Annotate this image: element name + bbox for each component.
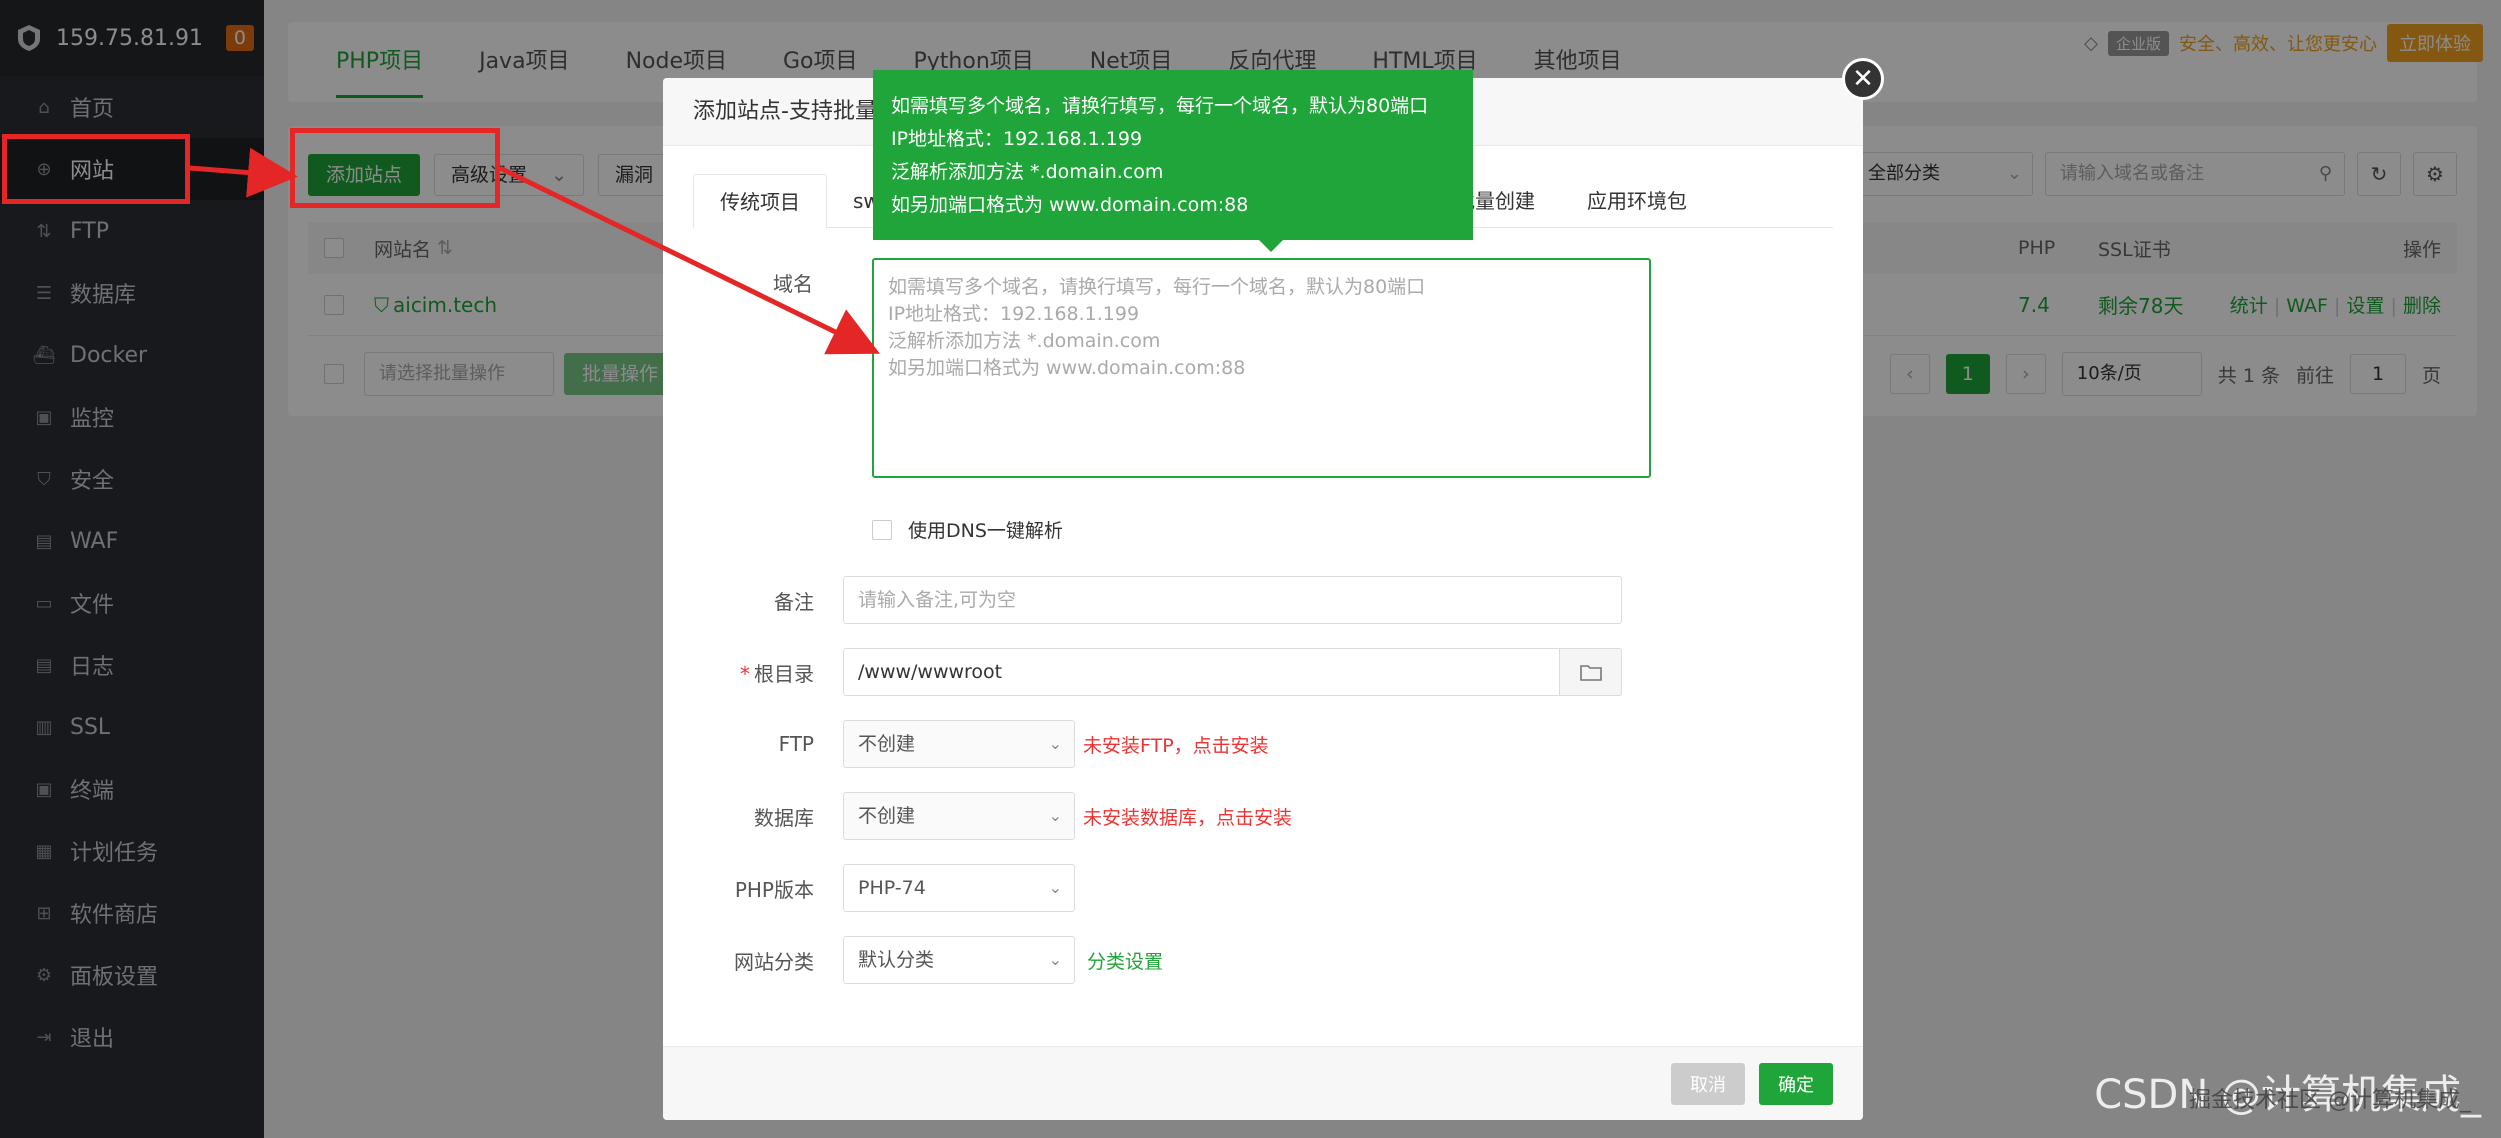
db-install-link[interactable]: 未安装数据库，点击安装: [1083, 803, 1292, 830]
note-input[interactable]: 请输入备注,可为空: [843, 576, 1622, 624]
juejin-watermark: 掘金技术社区 @计算机集成_: [2189, 1088, 2471, 1113]
root-label: * 根目录: [663, 658, 843, 687]
folder-icon[interactable]: [1560, 648, 1622, 696]
confirm-button[interactable]: 确定: [1759, 1063, 1833, 1105]
tab-traditional[interactable]: 传统项目: [693, 174, 827, 228]
category-settings-link[interactable]: 分类设置: [1087, 947, 1163, 974]
dns-label: 使用DNS一键解析: [908, 520, 1063, 542]
ftp-select-value: 不创建: [858, 733, 916, 755]
tooltip-line: 如需填写多个域名，请换行填写，每行一个域名，默认为80端口: [891, 95, 1429, 117]
note-label: 备注: [774, 589, 814, 614]
category-label: 网站分类: [734, 949, 814, 974]
root-input[interactable]: /www/wwwroot: [843, 648, 1560, 696]
note-row: 备注 请输入备注,可为空: [663, 576, 1863, 624]
php-row: PHP版本 PHP-74 ⌄: [663, 864, 1863, 912]
dialog-footer: 取消 确定: [663, 1046, 1863, 1120]
db-select-value: 不创建: [858, 805, 916, 827]
php-label: PHP版本: [734, 877, 814, 902]
chevron-down-icon: ⌄: [1048, 734, 1062, 753]
php-select-value: PHP-74: [858, 877, 926, 899]
db-select[interactable]: 不创建 ⌄: [843, 792, 1075, 840]
chevron-down-icon: ⌄: [1048, 806, 1062, 825]
dns-row: 使用DNS一键解析: [663, 516, 1863, 543]
annotation-box-sidebar: [2, 134, 190, 204]
category-select-value: 默认分类: [858, 949, 935, 971]
dns-checkbox[interactable]: [872, 519, 892, 540]
domain-label: 域名: [773, 272, 813, 296]
root-label-text: 根目录: [754, 661, 814, 686]
tooltip-line: IP地址格式：192.168.1.199: [891, 128, 1143, 150]
root-row: * 根目录 /www/wwwroot: [663, 648, 1863, 696]
annotation-box-add-site: [290, 128, 500, 208]
ftp-install-link[interactable]: 未安装FTP，点击安装: [1083, 731, 1269, 758]
close-icon[interactable]: ✕: [1842, 58, 1884, 100]
ftp-row: FTP 不创建 ⌄ 未安装FTP，点击安装: [663, 720, 1863, 768]
category-select-modal[interactable]: 默认分类 ⌄: [843, 936, 1075, 984]
category-row: 网站分类 默认分类 ⌄ 分类设置: [663, 936, 1863, 984]
tab-env-package[interactable]: 应用环境包: [1561, 174, 1713, 228]
cancel-button[interactable]: 取消: [1671, 1063, 1745, 1105]
php-select[interactable]: PHP-74 ⌄: [843, 864, 1075, 912]
required-mark: *: [740, 661, 750, 686]
db-label: 数据库: [754, 805, 814, 830]
tooltip-line: 泛解析添加方法 *.domain.com: [891, 161, 1164, 183]
ftp-select[interactable]: 不创建 ⌄: [843, 720, 1075, 768]
tooltip-line: 如另加端口格式为 www.domain.com:88: [891, 194, 1249, 216]
domain-tooltip: 如需填写多个域名，请换行填写，每行一个域名，默认为80端口 IP地址格式：192…: [873, 70, 1473, 252]
domain-textarea[interactable]: 如需填写多个域名，请换行填写，每行一个域名，默认为80端口 IP地址格式：192…: [872, 258, 1651, 478]
chevron-down-icon: ⌄: [1048, 878, 1062, 897]
db-row: 数据库 不创建 ⌄ 未安装数据库，点击安装: [663, 792, 1863, 840]
ftp-label: FTP: [778, 732, 814, 756]
chevron-down-icon: ⌄: [1048, 950, 1062, 969]
